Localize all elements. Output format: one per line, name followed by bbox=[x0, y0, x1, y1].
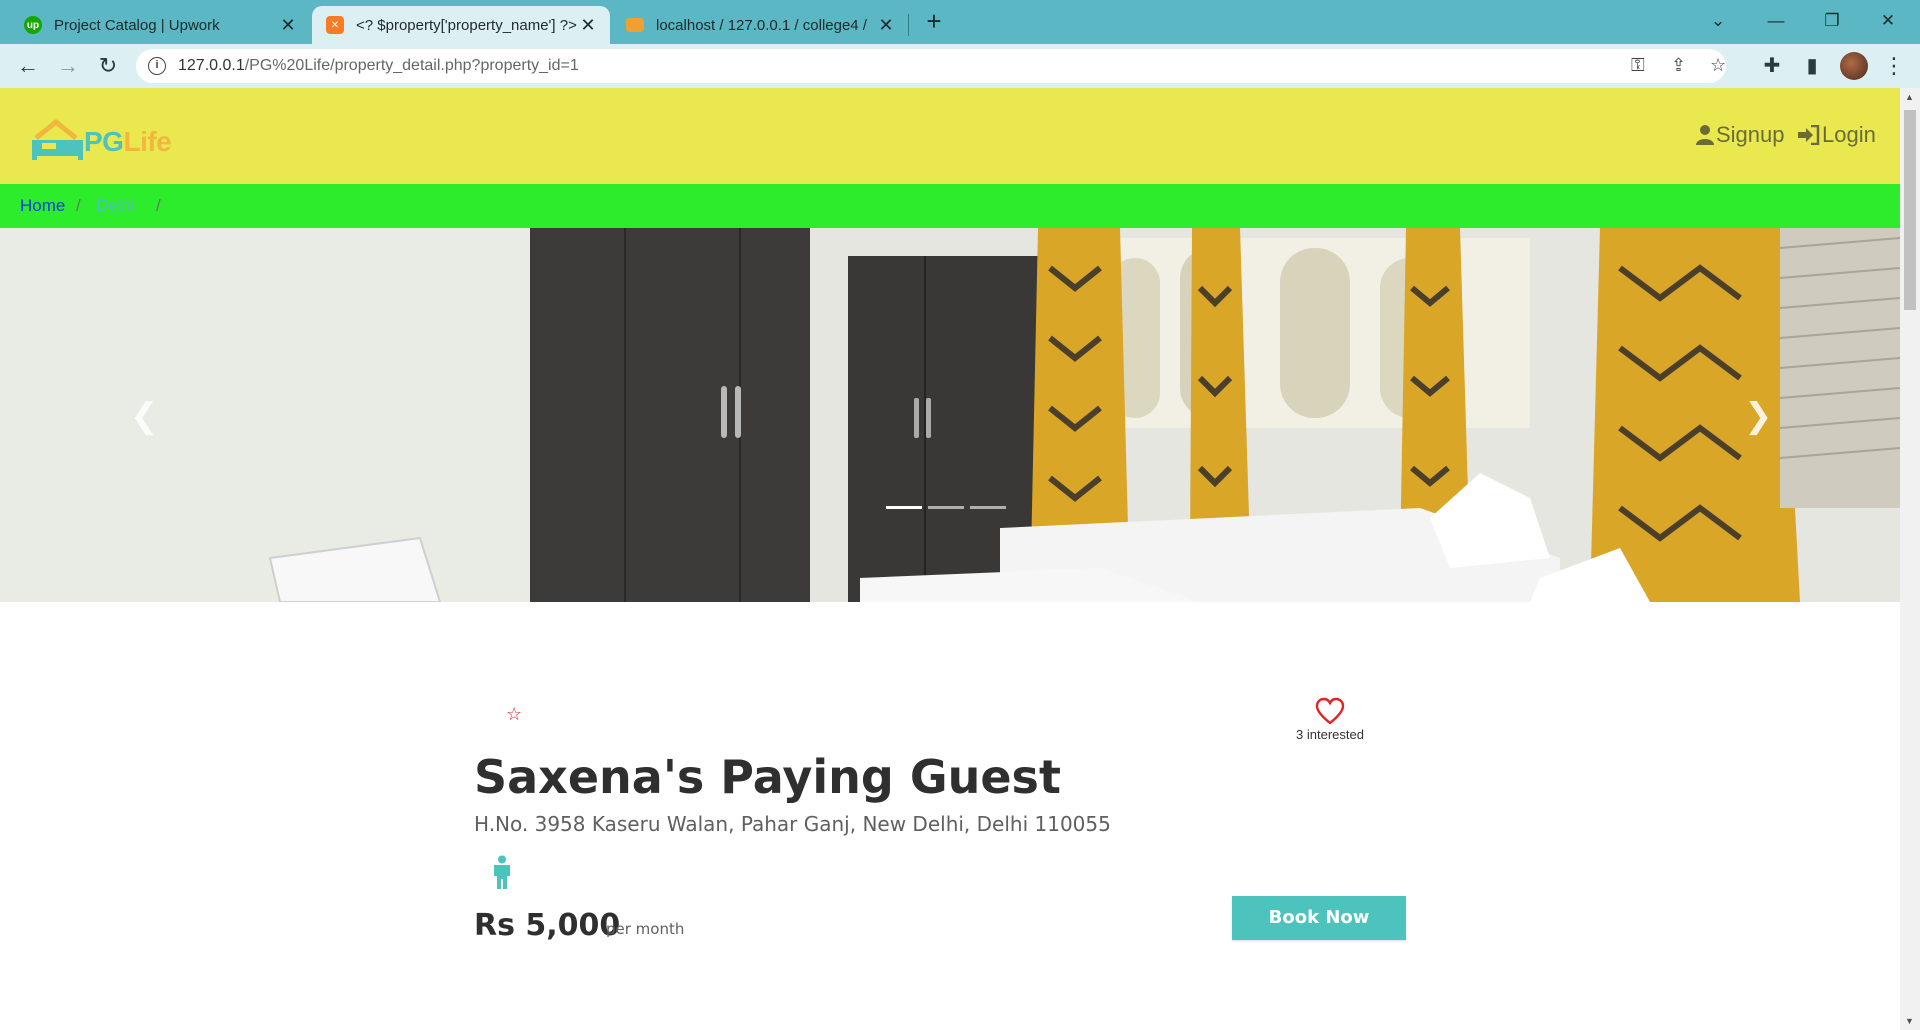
site-info-icon[interactable]: i bbox=[148, 57, 166, 75]
forward-icon[interactable]: → bbox=[54, 52, 82, 80]
xampp-icon: ✕ bbox=[326, 16, 344, 34]
upwork-icon: up bbox=[24, 16, 42, 34]
back-icon[interactable]: ← bbox=[14, 52, 42, 80]
signup-link[interactable]: Signup bbox=[1696, 122, 1785, 148]
carousel-indicator[interactable] bbox=[970, 506, 1006, 509]
site-header: PGLife Signup Login bbox=[0, 88, 1900, 184]
tab-property-detail[interactable]: ✕ <? $property['property_name'] ?> ✕ bbox=[312, 6, 610, 44]
carousel-next-icon[interactable]: ❯ bbox=[1744, 396, 1773, 436]
tab-title: <? $property['property_name'] ?> bbox=[356, 16, 577, 34]
male-icon bbox=[494, 855, 510, 889]
book-now-button[interactable]: Book Now bbox=[1232, 896, 1406, 940]
property-address: H.No. 3958 Kaseru Walan, Pahar Ganj, New… bbox=[474, 812, 1111, 836]
close-icon[interactable]: ✕ bbox=[578, 15, 598, 36]
breadcrumb-separator: / bbox=[76, 196, 81, 215]
logo-life: Life bbox=[123, 126, 172, 157]
breadcrumb-home[interactable]: Home bbox=[20, 196, 65, 216]
heart-icon[interactable] bbox=[1315, 697, 1345, 725]
window-close-button[interactable]: ✕ bbox=[1866, 6, 1910, 36]
url-host: 127.0.0.1 bbox=[178, 57, 245, 74]
carousel-indicator[interactable] bbox=[886, 506, 922, 509]
interested-count: 3 interested bbox=[1296, 727, 1364, 742]
side-panel-icon[interactable]: ▮ bbox=[1798, 52, 1826, 80]
extensions-icon[interactable]: ✚ bbox=[1758, 52, 1786, 80]
tab-upwork[interactable]: up Project Catalog | Upwork ✕ bbox=[10, 6, 310, 44]
browser-tab-bar: up Project Catalog | Upwork ✕ ✕ <? $prop… bbox=[0, 0, 1920, 44]
minimize-button[interactable]: — bbox=[1754, 6, 1798, 36]
login-label: Login bbox=[1822, 122, 1876, 147]
scrollbar-thumb[interactable] bbox=[1904, 110, 1916, 310]
property-detail-section: ☆ 3 interested Saxena's Paying Guest H.N… bbox=[0, 602, 1900, 1030]
rent-unit: per month bbox=[606, 920, 685, 938]
share-icon[interactable]: ⇪ bbox=[1671, 55, 1686, 76]
new-tab-button[interactable]: + bbox=[920, 8, 948, 36]
sign-in-icon bbox=[1798, 125, 1820, 145]
room-photo bbox=[0, 228, 1900, 602]
page-viewport: PGLife Signup Login Home / Delhi / ❮ ❯ ☆… bbox=[0, 88, 1900, 1030]
logo-text: PGLife bbox=[84, 126, 172, 158]
breadcrumb: Home / Delhi / bbox=[0, 184, 1900, 228]
url-text: 127.0.0.1/PG%20Life/property_detail.php?… bbox=[178, 57, 579, 75]
browser-toolbar: ← → ↻ i 127.0.0.1/PG%20Life/property_det… bbox=[0, 44, 1920, 88]
scroll-down-icon[interactable]: ▼ bbox=[1905, 1016, 1914, 1026]
user-icon bbox=[1696, 125, 1714, 145]
phpmyadmin-icon bbox=[626, 18, 644, 32]
house-logo-icon bbox=[32, 119, 83, 160]
profile-avatar[interactable] bbox=[1840, 52, 1868, 80]
tab-search-icon[interactable]: ⌄ bbox=[1696, 6, 1740, 36]
carousel-indicator[interactable] bbox=[928, 506, 964, 509]
breadcrumb-city[interactable]: Delhi bbox=[96, 196, 135, 216]
page-scrollbar[interactable]: ▲ ▼ bbox=[1900, 88, 1920, 1030]
tab-phpmyadmin[interactable]: localhost / 127.0.0.1 / college4 / ✕ bbox=[612, 6, 908, 44]
signup-label: Signup bbox=[1716, 122, 1785, 147]
star-outline-icon: ☆ bbox=[506, 704, 523, 724]
scroll-up-icon[interactable]: ▲ bbox=[1905, 92, 1914, 102]
close-icon[interactable]: ✕ bbox=[278, 15, 298, 36]
carousel-prev-icon[interactable]: ❮ bbox=[130, 396, 159, 436]
close-icon[interactable]: ✕ bbox=[876, 15, 896, 36]
property-name: Saxena's Paying Guest bbox=[474, 750, 1061, 804]
address-bar[interactable]: i 127.0.0.1/PG%20Life/property_detail.ph… bbox=[136, 49, 1726, 83]
login-link[interactable]: Login bbox=[1798, 122, 1876, 148]
logo-pg: PG bbox=[84, 126, 124, 157]
key-icon[interactable]: ⚿ bbox=[1631, 55, 1645, 76]
bookmark-star-icon[interactable]: ☆ bbox=[1710, 55, 1726, 76]
site-logo[interactable]: PGLife bbox=[30, 116, 190, 162]
restore-button[interactable]: ❐ bbox=[1810, 6, 1854, 36]
reload-icon[interactable]: ↻ bbox=[94, 52, 122, 80]
carousel-indicators bbox=[886, 506, 1012, 509]
tab-title: Project Catalog | Upwork bbox=[54, 16, 220, 34]
breadcrumb-separator: / bbox=[156, 196, 161, 215]
rent-amount: Rs 5,000 bbox=[474, 908, 621, 943]
tab-separator bbox=[908, 14, 909, 36]
url-path: /PG%20Life/property_detail.php?property_… bbox=[244, 57, 579, 74]
interested-widget: 3 interested bbox=[1270, 697, 1390, 742]
tab-title: localhost / 127.0.0.1 / college4 / bbox=[656, 16, 867, 34]
property-image-carousel: ❮ ❯ bbox=[0, 228, 1900, 602]
menu-icon[interactable]: ⋮ bbox=[1880, 52, 1908, 80]
